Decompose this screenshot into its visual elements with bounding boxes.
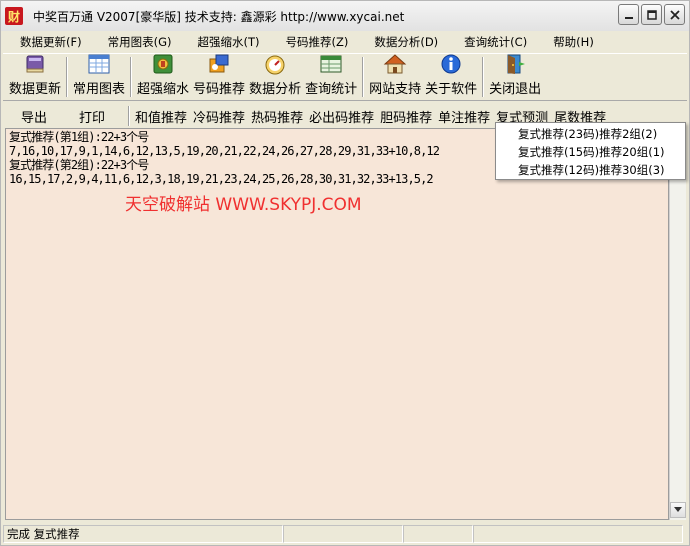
print-button[interactable]: 打印 <box>76 107 108 126</box>
menu-help[interactable]: 帮助(H) <box>536 34 603 50</box>
toolbar-label: 超强缩水 <box>137 82 190 97</box>
toolbar-label: 关于软件 <box>425 82 478 97</box>
export-button[interactable]: 导出 <box>18 107 50 126</box>
dropdown-item-15-code[interactable]: 复式推荐(15码)推荐20组(1) <box>496 143 685 161</box>
menu-number-recommend[interactable]: 号码推荐(Z) <box>268 34 357 50</box>
toolbar-label: 网站支持 <box>369 82 422 97</box>
main-window: 财 中奖百万通 V2007[豪华版] 技术支持: 鑫源彩 http://www.… <box>0 0 690 546</box>
chevron-down-icon <box>674 507 682 512</box>
menu-data-update[interactable]: 数据更新(F) <box>3 34 91 50</box>
menu-shrink[interactable]: 超强缩水(T) <box>180 34 268 50</box>
recommend-icon <box>207 53 231 75</box>
toolbar-label: 关闭退出 <box>489 82 542 97</box>
minimize-icon <box>624 16 633 19</box>
dropdown-item-12-code[interactable]: 复式推荐(12码)推荐30组(3) <box>496 161 685 179</box>
toolbar: 数据更新 常用图表 超强缩水 号码推荐 数据分析 查询统计 网站支持 关于软件 … <box>3 53 687 101</box>
info-icon <box>439 53 463 75</box>
dropdown-item-23-code[interactable]: 复式推荐(23码)推荐2组(2) <box>496 125 685 143</box>
window-controls <box>618 4 685 25</box>
toolbar-label: 数据分析 <box>249 82 302 97</box>
menu-query-stats[interactable]: 查询统计(C) <box>447 34 536 50</box>
toolbar-label: 号码推荐 <box>193 82 246 97</box>
menu-bar: 数据更新(F) 常用图表(G) 超强缩水(T) 号码推荐(Z) 数据分析(D) … <box>3 32 687 52</box>
toolbar-label: 数据更新 <box>9 82 62 97</box>
status-text: 完成 复式推荐 <box>3 525 283 543</box>
data-analysis-button[interactable]: 数据分析 <box>247 54 303 100</box>
close-button[interactable] <box>664 4 685 25</box>
shrink-button[interactable]: 超强缩水 <box>135 54 191 100</box>
result-group-header: 复式推荐(第2组):22+3个号 <box>9 158 149 172</box>
status-panel <box>283 525 403 543</box>
result-group-numbers: 7,16,10,17,9,1,14,6,12,13,5,19,20,21,22,… <box>9 144 440 158</box>
toolbar-separator <box>66 57 69 97</box>
book-icon <box>23 53 47 75</box>
app-logo-icon[interactable]: 财 <box>5 7 23 25</box>
home-icon <box>383 53 407 75</box>
subbar-separator <box>128 106 131 126</box>
about-button[interactable]: 关于软件 <box>423 54 479 100</box>
website-support-button[interactable]: 网站支持 <box>367 54 423 100</box>
common-charts-button[interactable]: 常用图表 <box>71 54 127 100</box>
toolbar-label: 查询统计 <box>305 82 358 97</box>
data-update-button[interactable]: 数据更新 <box>7 54 63 100</box>
vertical-scrollbar[interactable] <box>669 128 686 520</box>
title-bar[interactable]: 财 中奖百万通 V2007[豪华版] 技术支持: 鑫源彩 http://www.… <box>1 1 689 31</box>
menu-common-charts[interactable]: 常用图表(G) <box>91 34 181 50</box>
scroll-down-button[interactable] <box>670 502 686 518</box>
cold-number-recommend-button[interactable]: 冷码推荐 <box>190 107 248 126</box>
exit-button[interactable]: 关闭退出 <box>487 54 543 100</box>
toolbar-label: 常用图表 <box>73 82 126 97</box>
watermark-text: 天空破解站 WWW.SKYPJ.COM <box>125 195 362 215</box>
single-bet-recommend-button[interactable]: 单注推荐 <box>435 107 493 126</box>
chart-grid-icon <box>87 53 111 75</box>
query-table-icon <box>319 53 343 75</box>
maximize-icon <box>646 9 657 20</box>
status-panel <box>403 525 473 543</box>
window-title: 中奖百万通 V2007[豪华版] 技术支持: 鑫源彩 http://www.xy… <box>33 9 405 24</box>
menu-data-analysis[interactable]: 数据分析(D) <box>357 34 447 50</box>
query-stats-button[interactable]: 查询统计 <box>303 54 359 100</box>
compound-recommend-dropdown: 复式推荐(23码)推荐2组(2) 复式推荐(15码)推荐20组(1) 复式推荐(… <box>495 122 686 180</box>
close-icon <box>669 9 680 20</box>
minimize-button[interactable] <box>618 4 639 25</box>
hot-number-recommend-button[interactable]: 热码推荐 <box>248 107 306 126</box>
status-bar: 完成 复式推荐 <box>3 524 687 544</box>
toolbar-separator <box>482 57 485 97</box>
number-recommend-button[interactable]: 号码推荐 <box>191 54 247 100</box>
status-panel <box>473 525 683 543</box>
sum-recommend-button[interactable]: 和值推荐 <box>132 107 190 126</box>
must-appear-recommend-button[interactable]: 必出码推荐 <box>306 107 377 126</box>
exit-door-icon <box>503 53 527 75</box>
toolbar-separator <box>130 57 133 97</box>
result-group-header: 复式推荐(第1组):22+3个号 <box>9 130 149 144</box>
results-text-area[interactable]: 复式推荐(第1组):22+3个号 7,16,10,17,9,1,14,6,12,… <box>5 128 669 520</box>
result-group-numbers: 16,15,17,2,9,4,11,6,12,3,18,19,21,23,24,… <box>9 172 434 186</box>
shrink-icon <box>151 53 175 75</box>
maximize-button[interactable] <box>641 4 662 25</box>
toolbar-separator <box>362 57 365 97</box>
banker-recommend-button[interactable]: 胆码推荐 <box>377 107 435 126</box>
results-lines: 复式推荐(第1组):22+3个号 7,16,10,17,9,1,14,6,12,… <box>9 130 440 186</box>
gauge-icon <box>263 53 287 75</box>
